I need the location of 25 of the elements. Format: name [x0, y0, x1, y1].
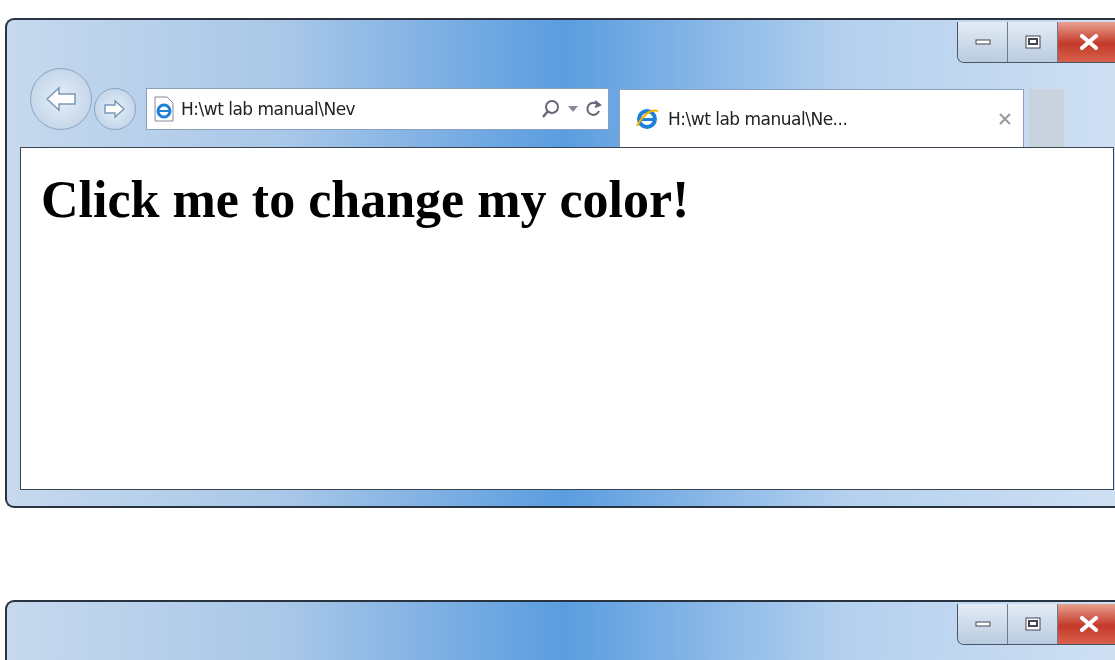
- address-text: H:\wt lab manual\Nev: [181, 99, 357, 119]
- left-arrow-icon: [44, 85, 78, 113]
- browser-tab[interactable]: H:\wt lab manual\Ne...: [619, 89, 1024, 147]
- close-icon: [1080, 34, 1098, 50]
- minimize-button[interactable]: [958, 22, 1008, 62]
- close-button[interactable]: [1058, 604, 1115, 644]
- forward-button[interactable]: [94, 88, 136, 130]
- search-icon: [540, 98, 562, 120]
- caret-icon: [568, 106, 578, 112]
- close-icon: [1080, 616, 1098, 632]
- minimize-button[interactable]: [958, 604, 1008, 644]
- minimize-icon: [974, 39, 991, 45]
- close-button[interactable]: [1058, 22, 1115, 62]
- right-arrow-icon: [103, 99, 127, 119]
- tab-title: H:\wt lab manual\Ne...: [668, 108, 849, 129]
- page-heading[interactable]: Click me to change my color!: [41, 170, 1113, 229]
- page-icon: [153, 96, 175, 122]
- maximize-icon: [1024, 617, 1041, 631]
- maximize-button[interactable]: [1008, 22, 1058, 62]
- refresh-icon: [584, 99, 602, 119]
- maximize-icon: [1024, 35, 1041, 49]
- close-tab-icon: [999, 112, 1011, 125]
- address-bar[interactable]: H:\wt lab manual\Nev: [146, 88, 609, 130]
- maximize-button[interactable]: [1008, 604, 1058, 644]
- minimize-icon: [974, 621, 991, 627]
